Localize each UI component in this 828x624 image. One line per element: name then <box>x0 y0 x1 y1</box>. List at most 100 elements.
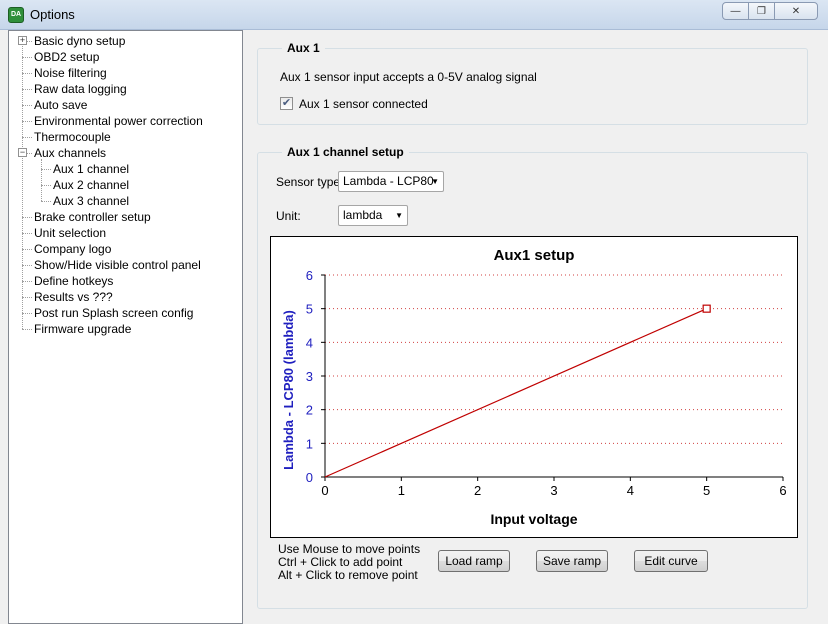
x-tick-label: 3 <box>550 483 557 498</box>
help-line-3: Alt + Click to remove point <box>278 568 418 582</box>
tree-item[interactable]: Aux channels <box>33 145 107 161</box>
chevron-down-icon: ▼ <box>395 211 403 220</box>
tree-item-label: Brake controller setup <box>34 210 151 224</box>
tree-item[interactable]: Define hotkeys <box>33 273 114 289</box>
sensor-type-label: Sensor type: <box>276 175 344 189</box>
maximize-button[interactable]: ❐ <box>748 2 775 20</box>
load-ramp-button[interactable]: Load ramp <box>438 550 510 572</box>
title-bar: DA Options — ❐ ✕ <box>0 0 828 30</box>
tree-item[interactable]: Auto save <box>33 97 88 113</box>
tree-item[interactable]: Results vs ??? <box>33 289 114 305</box>
tree-item[interactable]: Firmware upgrade <box>33 321 132 337</box>
tree-item-label: Aux channels <box>34 146 107 160</box>
x-tick-label: 0 <box>321 483 328 498</box>
tree-item-label: Aux 1 channel <box>53 162 130 176</box>
aux-groupbox-title: Aux 1 <box>282 41 325 55</box>
tree-item-label: Auto save <box>34 98 88 112</box>
expand-icon[interactable]: + <box>18 36 27 45</box>
tree-item[interactable]: OBD2 setup <box>33 49 100 65</box>
tree-connector <box>41 201 51 202</box>
tree-item[interactable]: Thermocouple <box>33 129 112 145</box>
tree-connector <box>22 313 32 314</box>
sensor-connected-label[interactable]: Aux 1 sensor connected <box>299 97 428 111</box>
series-line <box>324 308 707 478</box>
collapse-icon[interactable]: − <box>18 148 27 157</box>
tree-connector <box>22 329 32 330</box>
y-tick-label: 2 <box>306 403 313 418</box>
tree-item[interactable]: Basic dyno setup <box>33 33 126 49</box>
minimize-button[interactable]: — <box>722 2 749 20</box>
sensor-type-value: Lambda - LCP80 <box>343 174 434 188</box>
close-icon: ✕ <box>791 5 801 17</box>
y-tick-label: 4 <box>306 335 313 350</box>
aux-groupbox: Aux 1 Aux 1 sensor input accepts a 0-5V … <box>257 41 808 125</box>
tree-item[interactable]: Raw data logging <box>33 81 128 97</box>
chart-title: Aux1 setup <box>494 247 575 264</box>
tree-connector <box>41 169 51 170</box>
tree-item[interactable]: Brake controller setup <box>33 209 152 225</box>
tree-item-label: Noise filtering <box>34 66 107 80</box>
tree-item[interactable]: Aux 3 channel <box>52 193 130 209</box>
app-icon: DA <box>8 7 24 23</box>
tree-connector <box>22 121 32 122</box>
data-point <box>702 304 711 313</box>
chevron-down-icon: ▼ <box>431 177 439 186</box>
help-line-2: Ctrl + Click to add point <box>278 555 403 569</box>
save-ramp-button[interactable]: Save ramp <box>536 550 608 572</box>
tree-item-label: Results vs ??? <box>34 290 113 304</box>
tree-connector <box>22 105 32 106</box>
tree-connector <box>41 185 51 186</box>
y-axis-label: Lambda - LCP80 (lambda) <box>281 310 296 470</box>
unit-value: lambda <box>343 208 383 222</box>
tree-item-label: Thermocouple <box>34 130 111 144</box>
x-axis-label: Input voltage <box>490 511 577 527</box>
tree-item[interactable]: Aux 2 channel <box>52 177 130 193</box>
tree-connector <box>22 137 32 138</box>
close-button[interactable]: ✕ <box>774 2 818 20</box>
tree-connector <box>22 57 32 58</box>
x-tick-label: 4 <box>627 483 634 498</box>
check-icon: ✔ <box>281 97 292 109</box>
y-tick-label: 6 <box>306 268 313 283</box>
sensor-connected-checkbox[interactable]: ✔ <box>280 97 293 110</box>
tree-connector <box>22 281 32 282</box>
tree-item-label: OBD2 setup <box>34 50 100 64</box>
chart-canvas[interactable]: 0 1 2 3 4 5 6 0 1 2 3 4 5 6 Aux1 setup Input voltage Lam… <box>271 237 797 537</box>
aux-setup-chart[interactable]: 0 1 2 3 4 5 6 0 1 2 3 4 5 6 Aux1 setup Input voltage Lam… <box>270 236 798 538</box>
tree-item-label: Environmental power correction <box>34 114 203 128</box>
channel-setup-title: Aux 1 channel setup <box>282 145 409 159</box>
tree-item[interactable]: Post run Splash screen config <box>33 305 194 321</box>
tree-connector <box>22 89 32 90</box>
tree-item-label: Post run Splash screen config <box>34 306 194 320</box>
tree-item[interactable]: Environmental power correction <box>33 113 204 129</box>
tree-item[interactable]: Unit selection <box>33 225 107 241</box>
y-tick-label: 5 <box>306 302 313 317</box>
window-controls: — ❐ ✕ <box>722 2 818 20</box>
tree-item[interactable]: Company logo <box>33 241 112 257</box>
tree-item-label: Unit selection <box>34 226 107 240</box>
x-tick-label: 5 <box>703 483 710 498</box>
x-tick-label: 6 <box>779 483 786 498</box>
tree-item[interactable]: Aux 1 channel <box>52 161 130 177</box>
help-line-1: Use Mouse to move points <box>278 542 421 556</box>
x-tick-label: 1 <box>398 483 405 498</box>
sensor-type-select[interactable]: Lambda - LCP80 ▼ <box>338 171 444 192</box>
tree-item-label: Basic dyno setup <box>34 34 126 48</box>
options-tree[interactable]: + Basic dyno setup OBD2 setup Noise filteri… <box>8 30 243 624</box>
tree-connector <box>22 73 32 74</box>
tree-item[interactable]: Noise filtering <box>33 65 108 81</box>
tree-item-label: Aux 2 channel <box>53 178 130 192</box>
aux-description: Aux 1 sensor input accepts a 0-5V analog… <box>280 70 537 84</box>
tree-connector <box>22 233 32 234</box>
tree-connector <box>22 249 32 250</box>
tree-item-label: Show/Hide visible control panel <box>34 258 201 272</box>
tree-item[interactable]: Show/Hide visible control panel <box>33 257 202 273</box>
edit-curve-button[interactable]: Edit curve <box>634 550 708 572</box>
tree-connector <box>41 159 42 201</box>
y-tick-label: 1 <box>306 436 313 451</box>
y-tick-label: 0 <box>306 470 313 485</box>
tree-item-label: Aux 3 channel <box>53 194 130 208</box>
unit-label: Unit: <box>276 209 301 223</box>
tree-connector <box>22 265 32 266</box>
unit-select[interactable]: lambda ▼ <box>338 205 408 226</box>
